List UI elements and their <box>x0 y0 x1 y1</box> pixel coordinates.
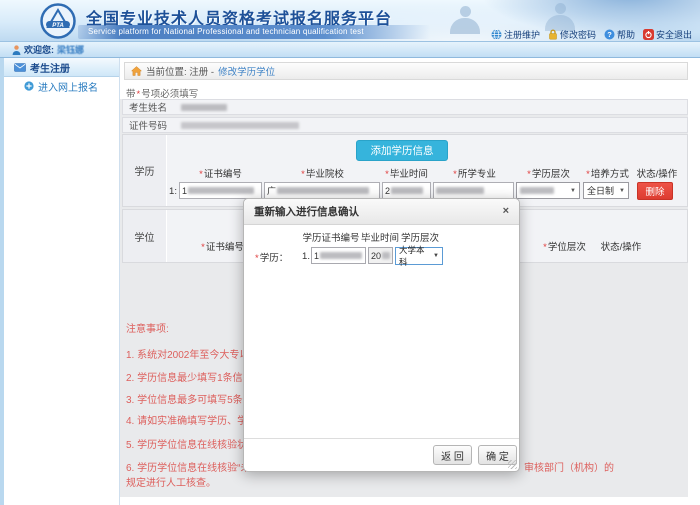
edu-col-cert-number: *证书编号 <box>172 166 268 180</box>
id-number-value-masked <box>181 122 299 129</box>
header-links: 注册维护 修改密码 ? 帮助 安全退出 <box>491 28 692 41</box>
banner-person-illustration <box>450 6 480 34</box>
add-education-button[interactable]: 添加学历信息 <box>356 140 448 161</box>
edu-row-index: 1: <box>168 186 178 197</box>
edu-major-input[interactable] <box>433 182 514 199</box>
edu-col-grad-date: *毕业时间 <box>378 166 434 180</box>
note-item-4: 4. 请如实准确填写学历、学位 <box>126 412 257 427</box>
note-item-6: 6. 学历学位信息在线核验“未 <box>126 459 250 474</box>
delete-education-button[interactable]: 删除 <box>637 182 673 200</box>
close-icon[interactable]: × <box>503 206 509 217</box>
modal-cert-input[interactable]: 1 <box>311 247 366 264</box>
link-help[interactable]: ? 帮助 <box>604 28 635 41</box>
link-register-maintain[interactable]: 注册维护 <box>491 28 540 41</box>
notes-title: 注意事项: <box>126 320 169 335</box>
edu-school-input[interactable]: 广 <box>264 182 380 199</box>
breadcrumb-prefix: 当前位置: 注册 - <box>146 64 214 78</box>
edu-col-mode: *培养方式 <box>582 166 632 180</box>
pta-logo-icon: PTA <box>40 3 76 39</box>
help-icon: ? <box>604 29 615 40</box>
breadcrumb: 当前位置: 注册 - 修改学历学位 <box>124 62 688 80</box>
edu-level-select[interactable] <box>516 182 580 199</box>
education-row-label: 学历 <box>123 135 167 206</box>
sidebar-section-registration: 考生注册 <box>4 58 119 77</box>
degree-col-level: *学位层次 <box>534 239 594 253</box>
globe-icon <box>491 29 502 40</box>
modal-row-index: 1. <box>301 251 311 262</box>
user-icon <box>12 45 21 55</box>
plus-circle-icon <box>24 81 34 91</box>
note-item-1: 1. 系统对2002年至今大专以上 <box>126 346 259 361</box>
banner-person-illustration <box>545 3 575 31</box>
logout-icon <box>643 29 654 40</box>
note-item-6-line2: 规定进行人工核查。 <box>126 474 216 489</box>
note-item-5: 5. 学历学位信息在线核验状态 <box>126 436 257 451</box>
mail-icon <box>14 63 26 72</box>
modal-titlebar: 重新输入进行信息确认 × <box>244 199 519 225</box>
modal-col-cert-number: 学历证书编号 <box>296 230 366 244</box>
link-change-password[interactable]: 修改密码 <box>548 28 596 41</box>
site-subtitle-band: Service platform for National Profession… <box>78 25 430 39</box>
welcome-bar: 欢迎您: 梁钰娜 <box>0 42 700 58</box>
modal-resize-handle[interactable] <box>508 460 517 469</box>
svg-text:?: ? <box>607 30 612 39</box>
sidebar-item-enter-online-registration[interactable]: 进入网上报名 <box>4 77 119 95</box>
degree-row-label: 学位 <box>123 210 167 262</box>
svg-text:PTA: PTA <box>52 23 64 29</box>
degree-col-status: 状态/操作 <box>597 239 645 253</box>
edu-col-major: *所学专业 <box>436 166 512 180</box>
candidate-name-value-masked <box>181 104 227 111</box>
edu-col-status: 状态/操作 <box>634 166 680 180</box>
header-banner: PTA 全国专业技术人员资格考试报名服务平台 Service platform … <box>0 0 700 42</box>
field-row-candidate-name: 考生姓名 <box>122 99 688 115</box>
candidate-name-label: 考生姓名 <box>123 100 181 114</box>
back-button[interactable]: 返 回 <box>433 445 472 465</box>
home-icon <box>131 66 142 76</box>
modal-grad-date-input[interactable]: 20 <box>368 247 393 264</box>
sidebar: 考生注册 进入网上报名 <box>4 58 120 505</box>
id-number-label: 证件号码 <box>123 118 181 132</box>
modal-level-select[interactable]: 大学本科 <box>395 247 443 265</box>
edu-col-school: *毕业院校 <box>270 166 374 180</box>
confirm-info-modal: 重新输入进行信息确认 × 学历证书编号 毕业时间 学历层次 *学历： 1. 1 … <box>243 198 520 472</box>
modal-field-label: *学历： <box>254 250 296 264</box>
edu-cert-input[interactable]: 1 <box>179 182 262 199</box>
edu-grad-date-input[interactable]: 2 <box>382 182 431 199</box>
modal-footer-separator <box>244 438 519 439</box>
link-logout[interactable]: 安全退出 <box>643 28 692 41</box>
edu-col-level: *学历层次 <box>514 166 582 180</box>
lock-icon <box>548 29 558 40</box>
modal-col-level: 学历层次 <box>394 230 446 244</box>
modal-title: 重新输入进行信息确认 <box>254 204 359 219</box>
welcome-username: 梁钰娜 <box>57 43 84 56</box>
breadcrumb-current-link[interactable]: 修改学历学位 <box>218 64 275 78</box>
page: PTA 全国专业技术人员资格考试报名服务平台 Service platform … <box>0 0 700 505</box>
welcome-label: 欢迎您: <box>24 43 54 56</box>
note-item-6-right-fragment: 审核部门（机构）的 <box>524 459 614 474</box>
edu-mode-select[interactable]: 全日制 <box>583 182 629 199</box>
required-fields-note: 带*号项必须填写 <box>126 86 198 100</box>
field-row-id-number: 证件号码 <box>122 117 688 133</box>
site-subtitle: Service platform for National Profession… <box>78 25 430 36</box>
